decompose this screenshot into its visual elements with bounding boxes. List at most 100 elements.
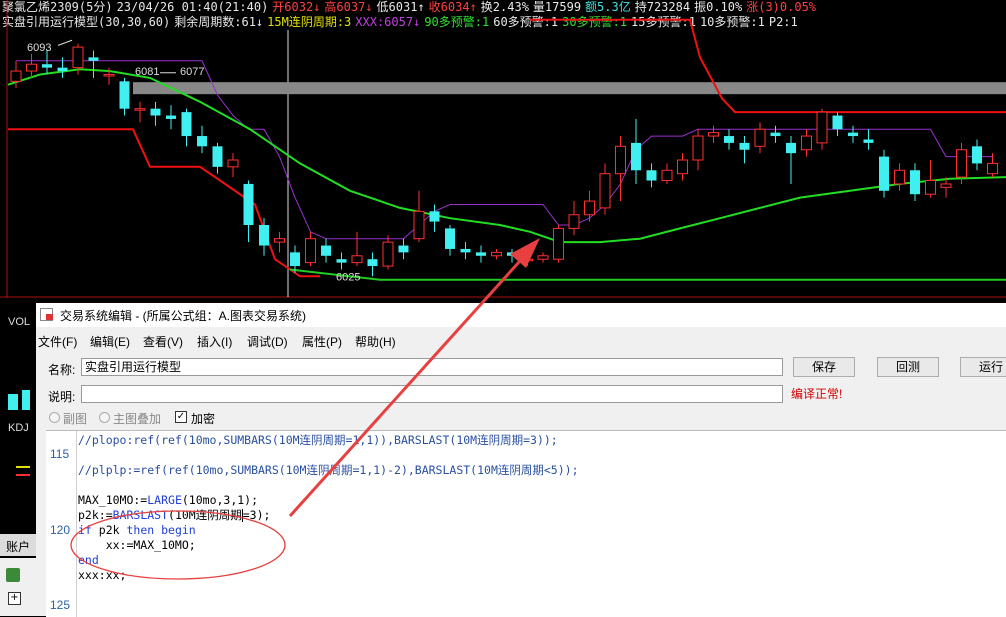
candle-body xyxy=(646,170,657,181)
account-tab[interactable]: 账户 xyxy=(0,534,36,556)
candle-body xyxy=(631,142,641,171)
kdj-line xyxy=(16,466,30,468)
account-panel: + xyxy=(0,558,36,616)
candle-body xyxy=(940,183,952,188)
save-button[interactable]: 保存 xyxy=(793,357,855,377)
line-number: 125 xyxy=(50,598,71,612)
candle-body xyxy=(522,258,533,262)
code-token: MAX_10MO:= xyxy=(78,493,148,507)
candle-body xyxy=(553,227,564,260)
desc-label: 说明: xyxy=(48,390,76,404)
candle-body xyxy=(367,259,378,267)
candle-body xyxy=(227,159,239,168)
candle-body xyxy=(786,142,796,154)
candle-body xyxy=(243,183,254,225)
candle-body xyxy=(599,173,611,209)
menu-debug[interactable]: 调试(D) xyxy=(247,333,288,350)
candle-body xyxy=(754,128,766,147)
candle-body xyxy=(661,169,673,182)
candle-body xyxy=(863,139,874,143)
candle-body xyxy=(507,252,517,256)
account-tab-label: 账户 xyxy=(6,540,31,554)
trading-system-editor: 交易系统编辑 - (所属公式组：A.图表交易系统) 文件(F) 编辑(E) 查看… xyxy=(36,303,1006,617)
menu-edit[interactable]: 编辑(E) xyxy=(90,333,130,350)
encrypt-label: 加密 xyxy=(191,412,216,426)
candle-body xyxy=(848,132,858,137)
candle-body xyxy=(351,255,363,264)
home-icon[interactable] xyxy=(6,568,20,582)
candle-body xyxy=(321,245,331,256)
code-keyword: if xyxy=(78,523,92,537)
code-editor[interactable]: 115 120 125 //plopo:ref(ref(10mo,SUMBARS… xyxy=(46,430,1006,617)
vol-label: VOL xyxy=(8,316,31,328)
expand-icon[interactable]: + xyxy=(8,592,21,605)
candle-body xyxy=(398,245,409,253)
support-green-line xyxy=(289,268,1006,281)
candle-body xyxy=(382,241,394,267)
code-line: if p2k then begin xyxy=(78,523,196,538)
code-token: =3); xyxy=(242,508,271,522)
candle-body xyxy=(615,145,626,175)
label-connector xyxy=(57,39,73,46)
code-line: xx:=MAX_10MO; xyxy=(78,538,196,552)
overlay-radio[interactable] xyxy=(99,412,110,423)
candle-body xyxy=(894,169,905,185)
code-function: LARGE xyxy=(147,493,182,507)
candle-body xyxy=(103,73,115,77)
vol-bar xyxy=(8,394,18,410)
code-token: p2k xyxy=(91,523,127,537)
code-line: MAX_10MO:=LARGE(10mo,3,1); xyxy=(78,493,258,508)
kdj-line xyxy=(16,474,30,476)
price-label: 6081 xyxy=(135,66,159,78)
candle-body xyxy=(816,111,828,144)
candle-body xyxy=(336,259,347,263)
candle-body xyxy=(491,251,502,257)
code-line: //plopo:ref(ref(10mo,SUMBARS(10M连阴周期=1,1… xyxy=(78,433,558,447)
line-number: 115 xyxy=(50,447,70,461)
code-line: end xyxy=(78,553,99,567)
overlay-label: 主图叠加 xyxy=(113,412,162,426)
candle-body xyxy=(42,64,52,68)
menu-insert[interactable]: 插入(I) xyxy=(197,333,232,350)
upper-red-line xyxy=(530,18,1006,114)
kdj-label: KDJ xyxy=(8,422,29,434)
kline-chart[interactable]: 聚氯乙烯2309(5分) 23/04/26 01:40(21:40) 开6032↓ 高… xyxy=(0,0,1006,300)
candle-body xyxy=(274,238,285,243)
backtest-button[interactable]: 回测 xyxy=(877,357,939,377)
high-price-label: 6093 xyxy=(27,42,51,54)
price-chart-svg[interactable]: 6093 6081 6077 6025 xyxy=(0,0,1006,300)
candle-body xyxy=(134,108,146,111)
menu-file[interactable]: 文件(F) xyxy=(38,333,77,350)
moving-average-line xyxy=(7,68,1006,244)
compile-status: 编译正常! xyxy=(791,387,843,401)
encrypt-checkbox[interactable]: ✓ xyxy=(175,411,187,423)
code-keyword: then begin xyxy=(126,523,196,537)
candle-body xyxy=(57,67,68,72)
line-number: 120 xyxy=(50,523,71,537)
name-input[interactable]: 实盘引用运行模型 xyxy=(81,358,783,376)
candle-body xyxy=(956,149,967,178)
editor-title: 交易系统编辑 - (所属公式组：A.图表交易系统) xyxy=(60,309,306,323)
candle-body xyxy=(429,211,440,222)
candle-body xyxy=(150,108,161,116)
code-token: (10mo,3,1); xyxy=(181,493,259,507)
candle-body xyxy=(677,159,688,175)
subchart-radio[interactable] xyxy=(49,412,60,423)
code-line: xxx:xx; xyxy=(78,568,127,582)
menu-help[interactable]: 帮助(H) xyxy=(355,333,396,350)
candle-body xyxy=(910,170,920,195)
run-button[interactable]: 运行 xyxy=(960,357,1006,377)
menu-properties[interactable]: 属性(P) xyxy=(302,333,342,350)
vol-bar xyxy=(22,390,30,410)
desc-input[interactable] xyxy=(81,385,783,403)
candle-body xyxy=(72,46,84,69)
left-indicator-strip: VOL KDJ 账户 + xyxy=(0,298,36,616)
candle-body xyxy=(801,135,812,151)
code-line: //plplp:=ref(ref(10mo,SUMBARS(10M连阴周期=1,… xyxy=(78,463,579,477)
candle-body xyxy=(987,162,998,175)
candle-body xyxy=(925,180,936,195)
menu-view[interactable]: 查看(V) xyxy=(143,333,183,350)
candle-body xyxy=(692,135,704,161)
candle-body xyxy=(290,252,300,267)
candle-body xyxy=(445,228,455,249)
